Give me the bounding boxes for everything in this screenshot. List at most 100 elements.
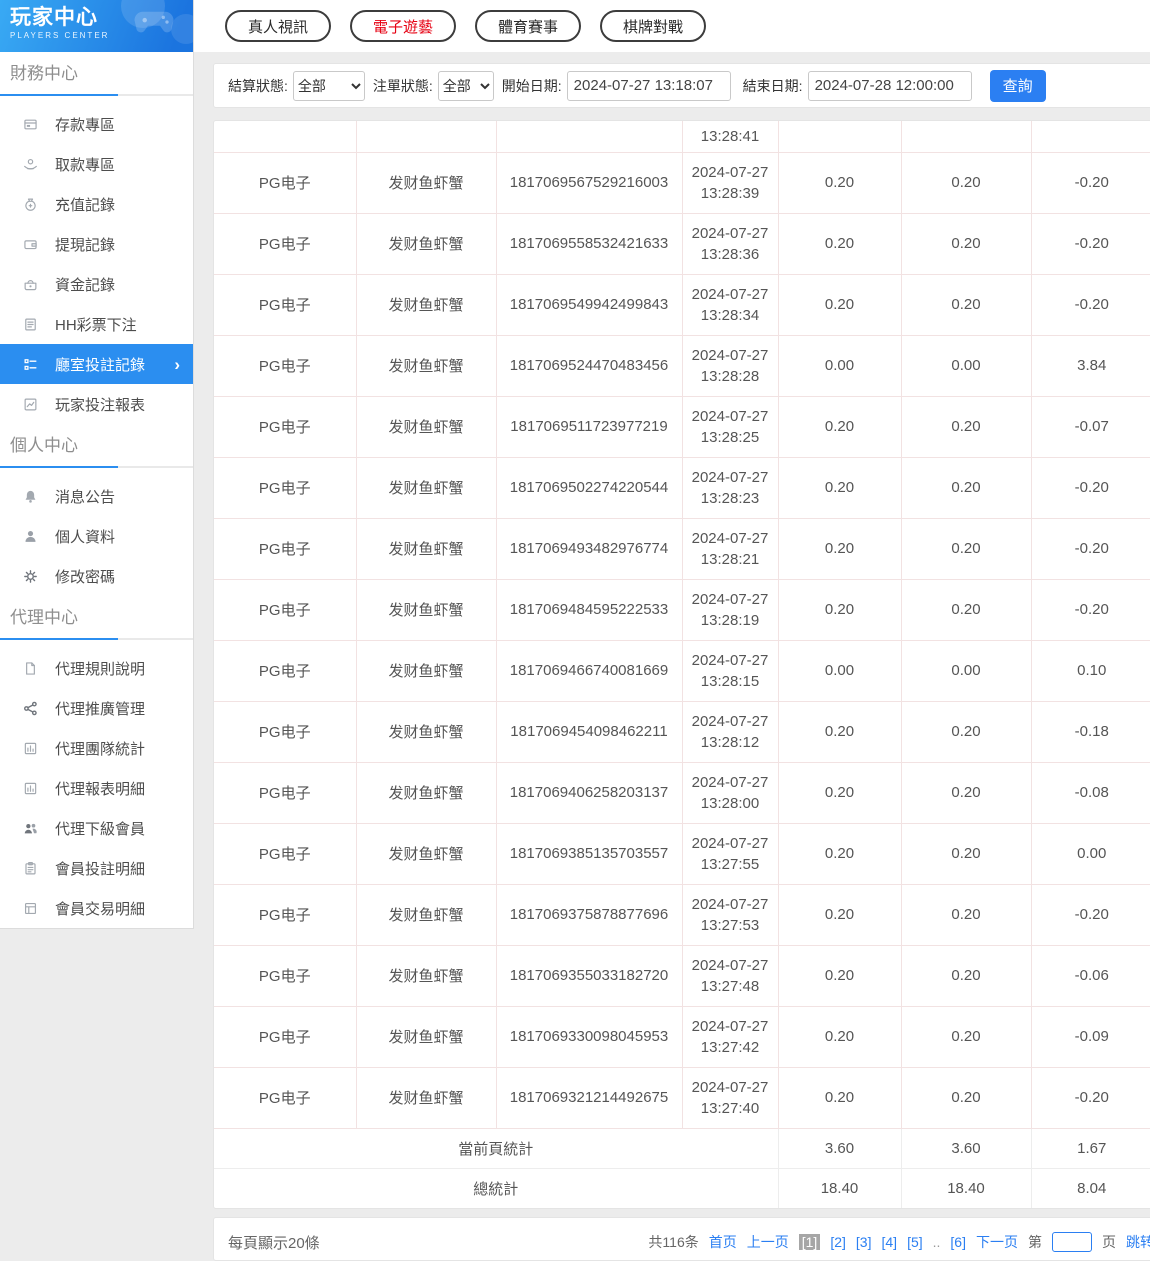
section-divider	[0, 638, 193, 640]
sidebar-item[interactable]: 存款專區	[0, 104, 193, 144]
sidebar-item[interactable]: HH彩票下注	[0, 304, 193, 344]
order-id-cell	[496, 121, 682, 152]
profit-cell: -0.07	[1031, 396, 1150, 457]
chevron-right-icon: ›	[174, 357, 180, 372]
sidebar-item-label: 代理團隊統計	[55, 738, 145, 759]
sidebar-item[interactable]: 資金記錄	[0, 264, 193, 304]
platform-cell: PG电子	[214, 335, 356, 396]
player-report-icon	[23, 397, 38, 412]
sidebar-item[interactable]: 代理下級會員	[0, 808, 193, 848]
table-row: PG电子 发财鱼虾蟹 1817069454098462211 2024-07-2…	[214, 701, 1150, 762]
settle-status-select[interactable]: 全部	[293, 71, 365, 101]
category-tab[interactable]: 體育賽事	[475, 10, 581, 42]
bell-icon	[23, 489, 38, 504]
game-cell: 发财鱼虾蟹	[356, 213, 496, 274]
sidebar-item[interactable]: 個人資料	[0, 516, 193, 556]
sidebar-item[interactable]: 充值記錄	[0, 184, 193, 224]
category-tab[interactable]: 棋牌對戰	[600, 10, 706, 42]
sidebar: 玩家中心 PLAYERS CENTER 財務中心 存款專區 取款專區 充值記錄 …	[0, 0, 194, 929]
prev-page-link[interactable]: 上一页	[747, 1232, 789, 1252]
order-id-cell: 1817069406258203137	[496, 762, 682, 823]
room-bet-record-icon	[23, 357, 38, 372]
category-tabbar: 真人視訊電子遊藝體育賽事棋牌對戰	[194, 0, 1150, 52]
bet-cell: 0.20	[778, 457, 901, 518]
order-id-cell: 1817069511723977219	[496, 396, 682, 457]
pagination-controls: 共116条 首页 上一页 [1][2][3][4][5]..[6] 下一页 第 …	[648, 1232, 1150, 1252]
sidebar-item[interactable]: 取款專區	[0, 144, 193, 184]
profit-cell: -0.20	[1031, 274, 1150, 335]
sidebar-item-label: HH彩票下注	[55, 314, 137, 335]
profit-cell	[1031, 121, 1150, 152]
section-title: 代理中心	[0, 606, 193, 630]
main-content: 真人視訊電子遊藝體育賽事棋牌對戰 結算狀態: 全部 注單狀態: 全部 開始日期:…	[194, 0, 1150, 1261]
sidebar-item[interactable]: 代理報表明細	[0, 768, 193, 808]
sidebar-item[interactable]: 提現記錄	[0, 224, 193, 264]
rules-doc-icon	[23, 661, 38, 676]
game-cell: 发财鱼虾蟹	[356, 457, 496, 518]
order-id-cell: 1817069524470483456	[496, 335, 682, 396]
game-cell: 发财鱼虾蟹	[356, 1067, 496, 1128]
table-row: PG电子 发财鱼虾蟹 1817069502274220544 2024-07-2…	[214, 457, 1150, 518]
sidebar-item[interactable]: 修改密碼	[0, 556, 193, 596]
settle-status-label: 結算狀態:	[228, 76, 288, 96]
sidebar-item[interactable]: 會員交易明細	[0, 888, 193, 928]
profit-cell: -0.06	[1031, 945, 1150, 1006]
valid-bet-cell: 0.20	[901, 762, 1031, 823]
bet-cell: 0.20	[778, 884, 901, 945]
withdraw-icon	[23, 157, 38, 172]
time-cell: 2024-07-2713:28:00	[682, 762, 778, 823]
bet-cell: 0.00	[778, 640, 901, 701]
member-trades-icon	[23, 901, 38, 916]
start-date-input[interactable]	[567, 71, 731, 101]
platform-cell: PG电子	[214, 457, 356, 518]
game-cell: 发财鱼虾蟹	[356, 884, 496, 945]
order-id-cell: 1817069466740081669	[496, 640, 682, 701]
profit-cell: -0.20	[1031, 884, 1150, 945]
order-id-cell: 1817069355033182720	[496, 945, 682, 1006]
time-cell: 2024-07-2713:28:39	[682, 152, 778, 213]
table-row-clipped: 13:28:41	[214, 121, 1150, 152]
sidebar-item[interactable]: 會員投註明細	[0, 848, 193, 888]
bet-records-table: 13:28:41 PG电子 发财鱼虾蟹 1817069567529216003 …	[214, 121, 1150, 1208]
order-id-cell: 1817069375878877696	[496, 884, 682, 945]
sidebar-item[interactable]: 代理規則說明	[0, 648, 193, 688]
order-id-cell: 1817069321214492675	[496, 1067, 682, 1128]
order-status-select[interactable]: 全部	[438, 71, 494, 101]
end-date-input[interactable]	[808, 71, 972, 101]
valid-bet-cell: 0.00	[901, 335, 1031, 396]
bet-cell: 0.20	[778, 213, 901, 274]
bet-cell: 0.20	[778, 1006, 901, 1067]
sidebar-item[interactable]: 消息公告	[0, 476, 193, 516]
game-cell	[356, 121, 496, 152]
search-button[interactable]: 查詢	[990, 70, 1046, 102]
valid-bet-cell: 0.20	[901, 213, 1031, 274]
table-row: PG电子 发财鱼虾蟹 1817069330098045953 2024-07-2…	[214, 1006, 1150, 1067]
first-page-link[interactable]: 首页	[709, 1232, 737, 1252]
section-divider	[0, 94, 193, 96]
page-summary-bet: 3.60	[778, 1128, 901, 1168]
category-tab[interactable]: 電子遊藝	[350, 10, 456, 42]
order-id-cell: 1817069385135703557	[496, 823, 682, 884]
game-cell: 发财鱼虾蟹	[356, 152, 496, 213]
next-page-link[interactable]: 下一页	[976, 1232, 1018, 1252]
bet-cell	[778, 121, 901, 152]
sidebar-item[interactable]: 廳室投註記錄›	[0, 344, 193, 384]
sidebar-nav: 財務中心 存款專區 取款專區 充值記錄 提現記錄 資金記錄 HH彩票下注 廳室投…	[0, 62, 193, 928]
valid-bet-cell: 0.20	[901, 884, 1031, 945]
sidebar-item[interactable]: 代理推廣管理	[0, 688, 193, 728]
profit-cell: 0.00	[1031, 823, 1150, 884]
time-cell: 2024-07-2713:28:28	[682, 335, 778, 396]
sidebar-item-label: 存款專區	[55, 114, 115, 135]
table-row: PG电子 发财鱼虾蟹 1817069375878877696 2024-07-2…	[214, 884, 1150, 945]
profit-cell: 0.10	[1031, 640, 1150, 701]
sidebar-item[interactable]: 玩家投注報表	[0, 384, 193, 424]
category-tab[interactable]: 真人視訊	[225, 10, 331, 42]
valid-bet-cell: 0.20	[901, 1067, 1031, 1128]
goto-page-input[interactable]	[1052, 1232, 1092, 1252]
table-row: PG电子 发财鱼虾蟹 1817069511723977219 2024-07-2…	[214, 396, 1150, 457]
sidebar-item[interactable]: 代理團隊統計	[0, 728, 193, 768]
time-cell: 2024-07-2713:28:21	[682, 518, 778, 579]
goto-page-button[interactable]: 跳转	[1126, 1232, 1150, 1252]
table-row: PG电子 发财鱼虾蟹 1817069406258203137 2024-07-2…	[214, 762, 1150, 823]
valid-bet-cell: 0.20	[901, 823, 1031, 884]
